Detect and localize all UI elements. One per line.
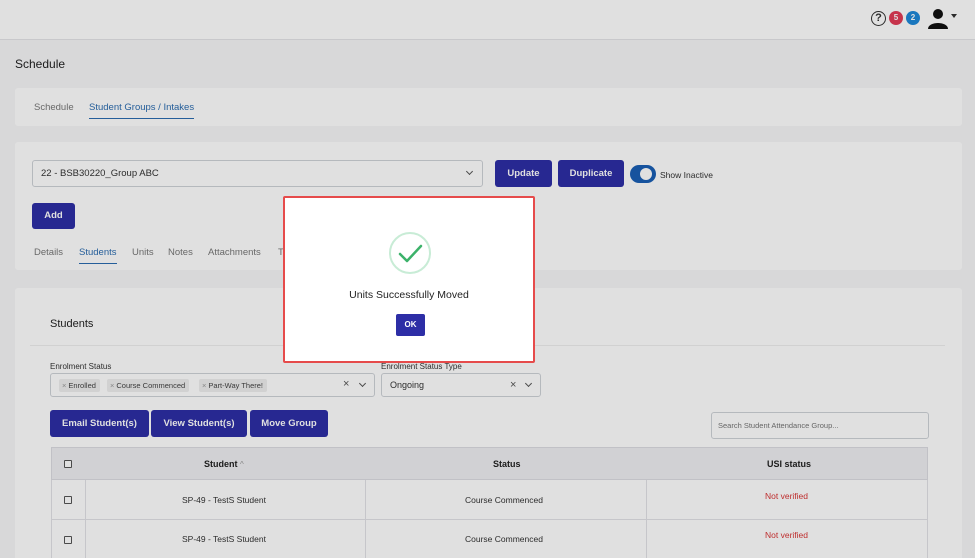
checkmark-icon [398, 244, 423, 263]
success-check-icon [389, 232, 431, 274]
modal-message: Units Successfully Moved [349, 289, 469, 301]
success-modal: Units Successfully Moved OK [283, 196, 535, 363]
ok-button[interactable]: OK [396, 314, 425, 336]
